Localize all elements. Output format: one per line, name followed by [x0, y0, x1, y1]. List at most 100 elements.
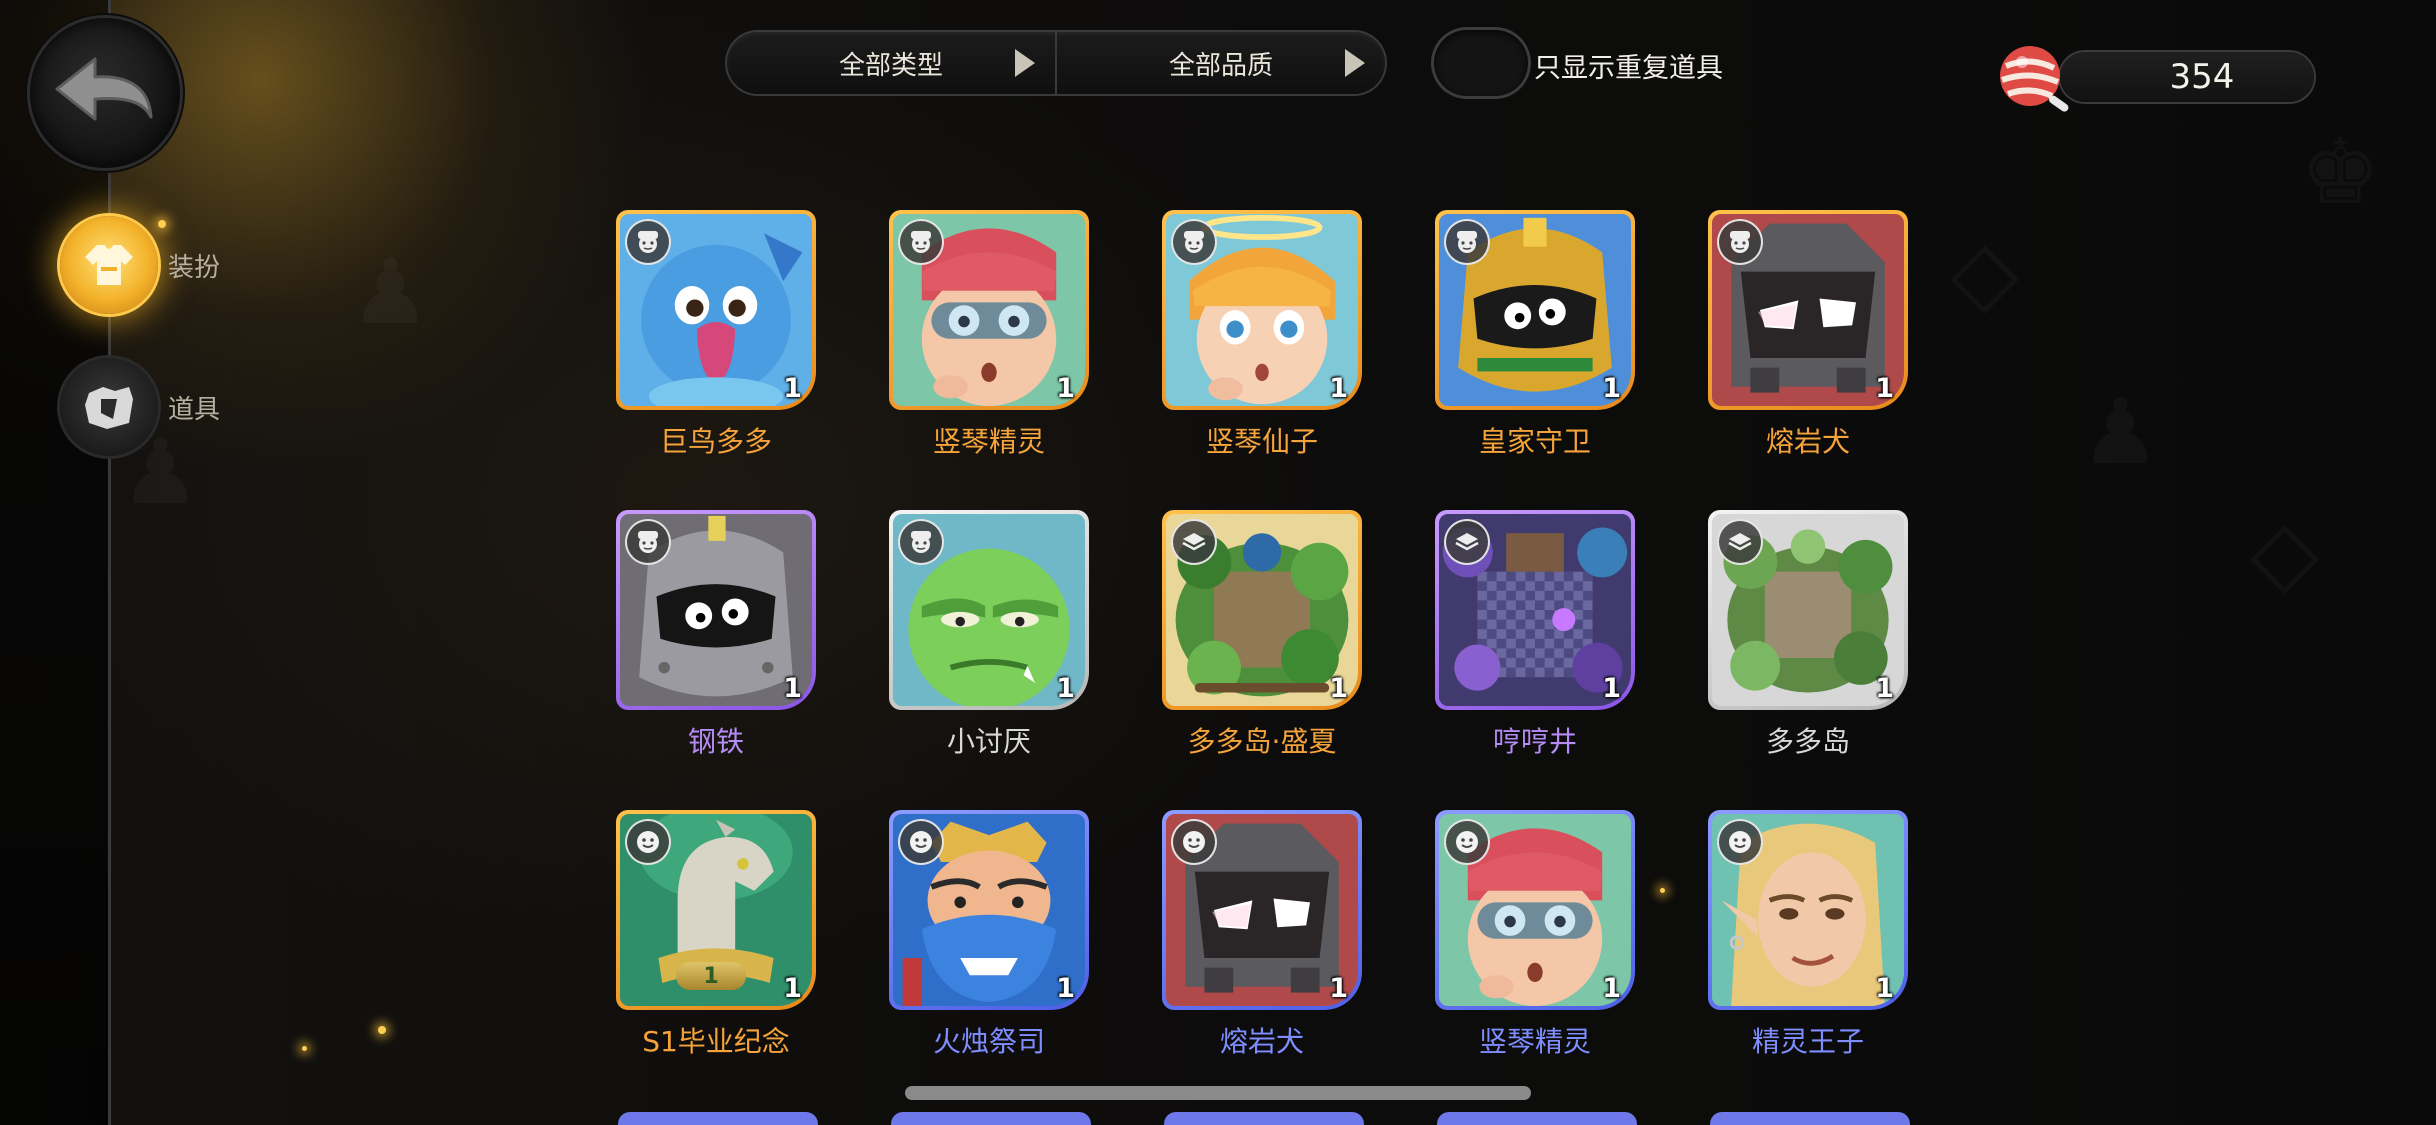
- sidebar-item-label: 道具: [168, 394, 221, 425]
- item-count: 1: [783, 373, 802, 404]
- item-name: 火烛祭司: [932, 1025, 1045, 1058]
- item-count: 1: [1875, 673, 1894, 704]
- collection-item-card[interactable]: 1 多多岛: [1708, 510, 1912, 760]
- item-count: 1: [1875, 373, 1894, 404]
- item-name: 钢铁: [687, 725, 744, 758]
- item-name: 皇家守卫: [1478, 425, 1591, 458]
- item-name: S1毕业纪念: [642, 1025, 790, 1058]
- sidebar: [0, 0, 111, 1125]
- item-frame: 1: [1708, 210, 1908, 410]
- collection-item-card[interactable]: 1 哼哼井: [1435, 510, 1639, 760]
- avatar-face-icon: [1439, 214, 1495, 270]
- item-frame: 1: [616, 210, 816, 410]
- collection-item-card[interactable]: 1 竖琴精灵: [889, 210, 1093, 460]
- scroll-indicator[interactable]: [905, 1086, 1531, 1100]
- duplicate-only-label: 只显示重复道具: [1534, 53, 1723, 84]
- item-name: 精灵王子: [1751, 1025, 1864, 1058]
- item-frame: 1: [1435, 510, 1635, 710]
- emote-face-icon: [620, 814, 676, 870]
- item-name: 熔岩犬: [1765, 425, 1850, 458]
- next-row-card-edge: [891, 1112, 1091, 1125]
- item-count: 1: [1056, 373, 1075, 404]
- emote-face-icon: [1439, 814, 1495, 870]
- item-count: 1: [783, 973, 802, 1004]
- item-frame: 11: [616, 810, 816, 1010]
- emote-face-icon: [1712, 814, 1768, 870]
- item-count: 1: [1329, 973, 1348, 1004]
- sparkle: [378, 1026, 386, 1034]
- back-arrow-icon: [55, 57, 153, 121]
- item-frame: 1: [1162, 510, 1362, 710]
- item-frame: 1: [889, 810, 1089, 1010]
- next-row-card-edge: [1437, 1112, 1637, 1125]
- background-chess-pattern: ♟: [2080, 380, 2161, 485]
- collection-item-card[interactable]: 1 巨鸟多多: [616, 210, 820, 460]
- collection-item-card[interactable]: 1 皇家守卫: [1435, 210, 1639, 460]
- item-name: 多多岛: [1765, 725, 1850, 758]
- background-chess-pattern: ♚: [2300, 120, 2381, 225]
- candy-icon: [1996, 42, 2076, 114]
- item-frame: 1: [1435, 210, 1635, 410]
- collection-item-card[interactable]: 1 熔岩犬: [1162, 810, 1366, 1060]
- item-name: 熔岩犬: [1219, 1025, 1304, 1058]
- item-count: 1: [1602, 673, 1621, 704]
- item-name: 竖琴精灵: [1478, 1025, 1591, 1058]
- next-row-card-edge: [618, 1112, 818, 1125]
- item-frame: 1: [1708, 510, 1908, 710]
- item-name: 竖琴仙子: [1205, 425, 1318, 458]
- level-plate: 1: [676, 962, 746, 990]
- item-count: 1: [1329, 373, 1348, 404]
- sidebar-item-items[interactable]: 道具: [60, 358, 220, 456]
- emote-face-icon: [1166, 814, 1222, 870]
- avatar-face-icon: [893, 514, 949, 570]
- collection-item-card[interactable]: 1 竖琴仙子: [1162, 210, 1366, 460]
- item-name: 哼哼井: [1492, 725, 1577, 758]
- item-name: 巨鸟多多: [659, 425, 772, 458]
- sidebar-item-outfit[interactable]: 装扮: [60, 216, 220, 314]
- next-row-card-edge: [1710, 1112, 1910, 1125]
- sparkle: [302, 1046, 307, 1051]
- item-count: 1: [1602, 373, 1621, 404]
- collection-item-card[interactable]: 1 熔岩犬: [1708, 210, 1912, 460]
- type-filter-label: 全部类型: [838, 50, 943, 81]
- collection-item-card[interactable]: 1 火烛祭司: [889, 810, 1093, 1060]
- collection-item-card[interactable]: 1 小讨厌: [889, 510, 1093, 760]
- sparkle: [1660, 888, 1665, 893]
- filter-bar: 全部类型 全部品质: [727, 32, 1385, 94]
- board-layers-icon: [1166, 514, 1222, 570]
- background-chess-pattern: ◇: [2250, 500, 2319, 605]
- item-count: 1: [1875, 973, 1894, 1004]
- item-count: 1: [1602, 973, 1621, 1004]
- item-count: 1: [1329, 673, 1348, 704]
- collection-item-card[interactable]: 1 多多岛·盛夏: [1162, 510, 1366, 760]
- collection-item-card[interactable]: 1 钢铁: [616, 510, 820, 760]
- avatar-face-icon: [893, 214, 949, 270]
- item-frame: 1: [1162, 210, 1362, 410]
- item-count: 1: [1056, 673, 1075, 704]
- item-name: 小讨厌: [946, 725, 1031, 758]
- triangle-right-icon: [1345, 49, 1365, 77]
- triangle-right-icon: [1015, 49, 1035, 77]
- next-row-card-edge: [1164, 1112, 1364, 1125]
- outfit-icon: [60, 216, 158, 314]
- collection-item-card[interactable]: 1 精灵王子: [1708, 810, 1912, 1060]
- avatar-face-icon: [620, 214, 676, 270]
- currency-display: 354: [2060, 52, 2314, 102]
- avatar-face-icon: [1166, 214, 1222, 270]
- item-frame: 1: [889, 210, 1089, 410]
- type-filter-dropdown[interactable]: 全部类型: [727, 32, 1055, 94]
- duplicate-only-toggle[interactable]: [1434, 30, 1528, 96]
- avatar-face-icon: [1712, 214, 1768, 270]
- quality-filter-label: 全部品质: [1168, 50, 1273, 81]
- currency-value: 354: [2169, 57, 2235, 97]
- collection-item-card[interactable]: 1 竖琴精灵: [1435, 810, 1639, 1060]
- collection-item-card[interactable]: 1 1 S1毕业纪念: [616, 810, 820, 1060]
- board-layers-icon: [1439, 514, 1495, 570]
- item-name: 多多岛·盛夏: [1187, 725, 1337, 758]
- collection-screen: ♚ ♟ ♟ ♟ ◇ ◇ 装扮 道具 全部类型: [0, 0, 2436, 1125]
- background-chess-pattern: ◇: [1950, 220, 2019, 325]
- item-count: 1: [1056, 973, 1075, 1004]
- back-button[interactable]: [30, 18, 180, 168]
- quality-filter-dropdown[interactable]: 全部品质: [1055, 32, 1385, 94]
- item-bag-icon: [60, 358, 158, 456]
